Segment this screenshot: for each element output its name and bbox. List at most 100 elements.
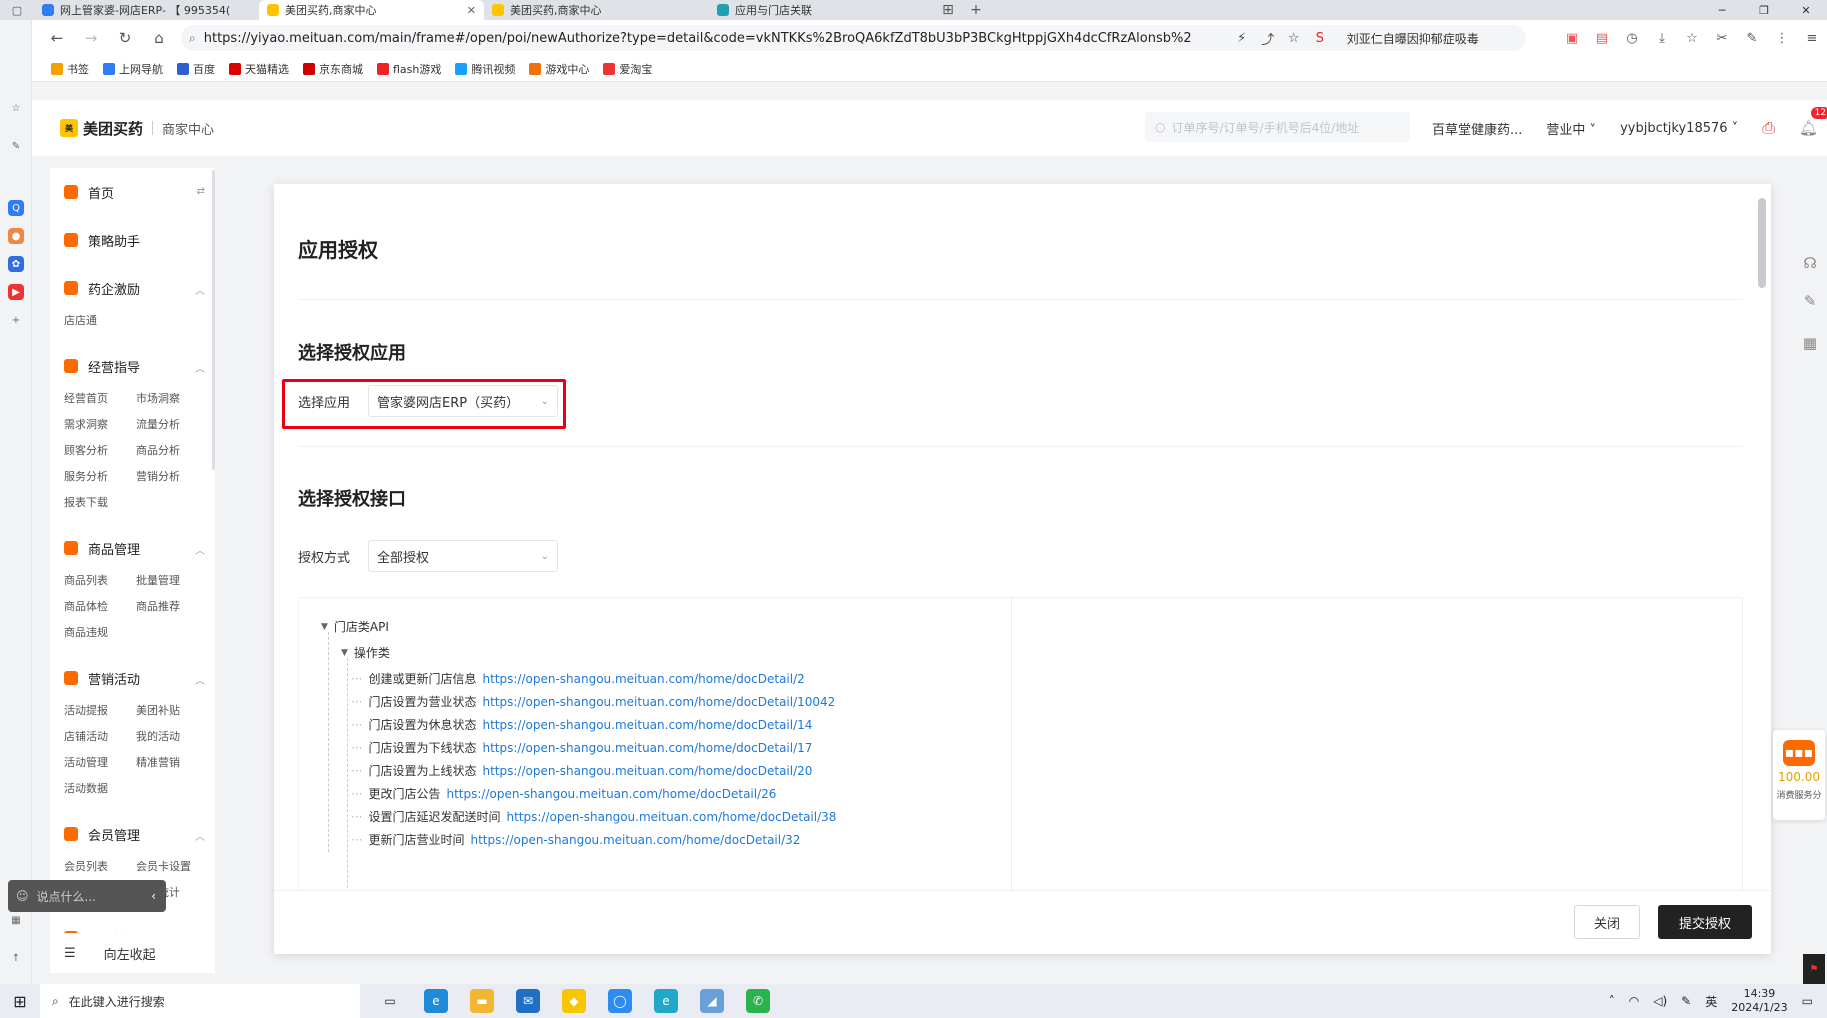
wechat-icon[interactable]: ✆ bbox=[746, 989, 770, 1013]
tree-node-root[interactable]: ▼ 门店类API bbox=[321, 618, 389, 635]
menu-sub-item[interactable]: 活动数据 bbox=[64, 780, 136, 796]
menu-sub-item[interactable]: 活动管理 bbox=[64, 754, 136, 770]
menu-sub-item[interactable]: 顾客分析 bbox=[64, 442, 136, 458]
menu-group[interactable]: 会员管理 ︿ bbox=[50, 810, 215, 858]
service-score-widget[interactable]: ▪▪▪ 100.00 消费服务分 bbox=[1773, 730, 1825, 820]
api-tree-item[interactable]: ··· 门店设置为上线状态 https://open-shangou.meituan… bbox=[351, 762, 812, 779]
flag-icon[interactable]: ⚑ bbox=[1803, 954, 1825, 984]
app-yellow-icon[interactable]: ◆ bbox=[562, 989, 586, 1013]
chat-input[interactable]: ☺ 说点什么... ‹ bbox=[8, 880, 166, 912]
api-tree-item[interactable]: ··· 门店设置为下线状态 https://open-shangou.meituan… bbox=[351, 739, 812, 756]
menu-sub-item[interactable]: 商品列表 bbox=[64, 572, 136, 588]
menu-sub-item[interactable]: 批量管理 bbox=[136, 572, 208, 588]
edit-icon[interactable]: ✎ bbox=[1799, 290, 1821, 312]
menu-scrollbar[interactable] bbox=[212, 170, 215, 470]
chevron-up-icon[interactable]: ︿ bbox=[195, 542, 205, 557]
doc-link[interactable]: https://open-shangou.meituan.com/home/do… bbox=[506, 810, 836, 824]
doc-link[interactable]: https://open-shangou.meituan.com/home/do… bbox=[446, 787, 776, 801]
collapse-menu-button[interactable]: ☰ 向左收起 bbox=[50, 933, 215, 973]
chevron-left-icon[interactable]: ‹ bbox=[151, 889, 166, 903]
favorites-icon[interactable]: ☆ bbox=[1677, 31, 1707, 46]
tab-grid-icon[interactable]: ⊞ bbox=[934, 0, 962, 20]
menu-sub-item[interactable]: 活动提报 bbox=[64, 702, 136, 718]
note-side-icon[interactable]: ✎ bbox=[8, 138, 24, 154]
menu-group[interactable]: 营销活动 ︿ bbox=[50, 654, 215, 702]
triangle-down-icon[interactable]: ▼ bbox=[341, 648, 348, 658]
windows-start-icon[interactable]: ⊞ bbox=[0, 992, 40, 1011]
share-icon[interactable]: ⤴ bbox=[1255, 29, 1281, 48]
video-side-icon[interactable]: ▶ bbox=[8, 284, 24, 300]
doc-link[interactable]: https://open-shangou.meituan.com/home/do… bbox=[482, 764, 812, 778]
menu-group[interactable]: 经营指导 ︿ bbox=[50, 342, 215, 390]
address-bar[interactable]: ⌕ https://yiyao.meituan.com/main/frame#/… bbox=[181, 25, 1526, 51]
download-icon[interactable]: ⤓ bbox=[1647, 31, 1677, 46]
bookmark-item[interactable]: 爱淘宝 bbox=[598, 61, 657, 77]
menu-sub-item[interactable]: 会员列表 bbox=[64, 858, 136, 874]
edge-icon[interactable]: e bbox=[424, 989, 448, 1013]
dialog-scrollbar[interactable] bbox=[1758, 198, 1766, 288]
explorer-icon[interactable]: ▬ bbox=[470, 989, 494, 1013]
mail-icon[interactable]: ✉ bbox=[516, 989, 540, 1013]
extension-icon[interactable]: ▣ bbox=[1557, 31, 1587, 46]
add-side-icon[interactable]: + bbox=[8, 312, 24, 328]
doc-link[interactable]: https://open-shangou.meituan.com/home/do… bbox=[482, 695, 835, 709]
tree-node-child[interactable]: ▼ 操作类 bbox=[341, 644, 390, 661]
menu-sub-item[interactable]: 会员卡设置 bbox=[136, 858, 208, 874]
printer-icon[interactable]: ⎙ bbox=[1762, 118, 1775, 138]
switch-icon[interactable]: ⇄ bbox=[197, 186, 205, 197]
close-button[interactable]: 关闭 bbox=[1574, 905, 1640, 939]
browser-tab[interactable]: 美团买药,商家中心 bbox=[484, 0, 709, 20]
search-engine-icon[interactable]: S bbox=[1307, 31, 1333, 46]
headset-icon[interactable]: ☊ bbox=[1799, 252, 1821, 274]
volume-icon[interactable]: ◁) bbox=[1653, 994, 1667, 1008]
app-blue-icon[interactable]: ◢ bbox=[700, 989, 724, 1013]
lightning-icon[interactable]: ⚡ bbox=[1229, 31, 1255, 46]
triangle-down-icon[interactable]: ▼ bbox=[321, 622, 328, 632]
home-button[interactable]: ⌂ bbox=[142, 20, 176, 56]
tab-close-icon[interactable]: ✕ bbox=[467, 4, 476, 17]
store-selector[interactable]: 百草堂健康药... bbox=[1432, 119, 1522, 138]
maximize-button[interactable]: ❐ bbox=[1743, 0, 1785, 20]
doc-link[interactable]: https://open-shangou.meituan.com/home/do… bbox=[482, 672, 804, 686]
notification-center-icon[interactable]: ▭ bbox=[1802, 994, 1813, 1008]
bookmark-item[interactable]: 书签 bbox=[46, 61, 94, 77]
api-tree-item[interactable]: ··· 更新门店营业时间 https://open-shangou.meituan.… bbox=[351, 831, 800, 848]
menu-sub-item[interactable]: 报表下载 bbox=[64, 494, 136, 510]
ime-indicator[interactable]: 英 bbox=[1705, 993, 1717, 1010]
bookmark-item[interactable]: 腾讯视频 bbox=[450, 61, 520, 77]
reload-button[interactable]: ↻ bbox=[108, 20, 142, 56]
menu-sub-item[interactable]: 商品推荐 bbox=[136, 598, 208, 614]
menu-group[interactable]: 首页 ⇄ bbox=[50, 168, 215, 216]
new-tab-button[interactable]: + bbox=[962, 0, 990, 20]
browser-e-icon[interactable]: e bbox=[654, 989, 678, 1013]
back-button[interactable]: ← bbox=[40, 20, 74, 56]
menu-sub-item[interactable]: 店店通 bbox=[64, 312, 136, 328]
address-ad-text[interactable]: 刘亚仁自曝因抑郁症吸毒 bbox=[1347, 30, 1479, 47]
bookmark-item[interactable]: 游戏中心 bbox=[524, 61, 594, 77]
qrcode-icon[interactable]: ▦ bbox=[1799, 332, 1821, 354]
pen-tray-icon[interactable]: ✎ bbox=[1681, 994, 1691, 1008]
doc-link[interactable]: https://open-shangou.meituan.com/home/do… bbox=[482, 741, 812, 755]
doc-link[interactable]: https://open-shangou.meituan.com/home/do… bbox=[470, 833, 800, 847]
browser-tab[interactable]: 美团买药,商家中心 ✕ bbox=[259, 0, 484, 20]
menu-sub-item[interactable]: 需求洞察 bbox=[64, 416, 136, 432]
panel-side-icon[interactable]: ▦ bbox=[8, 912, 24, 928]
api-tree-item[interactable]: ··· 更改门店公告 https://open-shangou.meituan.co… bbox=[351, 785, 776, 802]
order-search-input[interactable]: ○ 订单序号/订单号/手机号后4位/地址 bbox=[1145, 112, 1410, 142]
favorites-side-icon[interactable]: ☆ bbox=[8, 100, 24, 116]
menu-sub-item[interactable]: 商品违规 bbox=[64, 624, 136, 640]
menu-sub-item[interactable]: 商品分析 bbox=[136, 442, 208, 458]
chevron-up-icon[interactable]: ︿ bbox=[195, 282, 205, 297]
submit-auth-button[interactable]: 提交授权 bbox=[1658, 905, 1752, 939]
status-dropdown[interactable]: 营业中 ˅ bbox=[1546, 119, 1596, 138]
clock[interactable]: 14:39 2024/1/23 bbox=[1731, 987, 1787, 1015]
menu-sub-item[interactable]: 服务分析 bbox=[64, 468, 136, 484]
menu-sub-item[interactable]: 美团补贴 bbox=[136, 702, 208, 718]
pdf-icon[interactable]: ▤ bbox=[1587, 31, 1617, 46]
app-side-icon[interactable]: Q bbox=[8, 200, 24, 216]
bookmark-item[interactable]: 百度 bbox=[172, 61, 220, 77]
bookmark-item[interactable]: 上网导航 bbox=[98, 61, 168, 77]
api-tree-item[interactable]: ··· 创建或更新门店信息 https://open-shangou.meituan… bbox=[351, 670, 805, 687]
bookmark-item[interactable]: 天猫精选 bbox=[224, 61, 294, 77]
window-close-button[interactable]: ✕ bbox=[1785, 0, 1827, 20]
